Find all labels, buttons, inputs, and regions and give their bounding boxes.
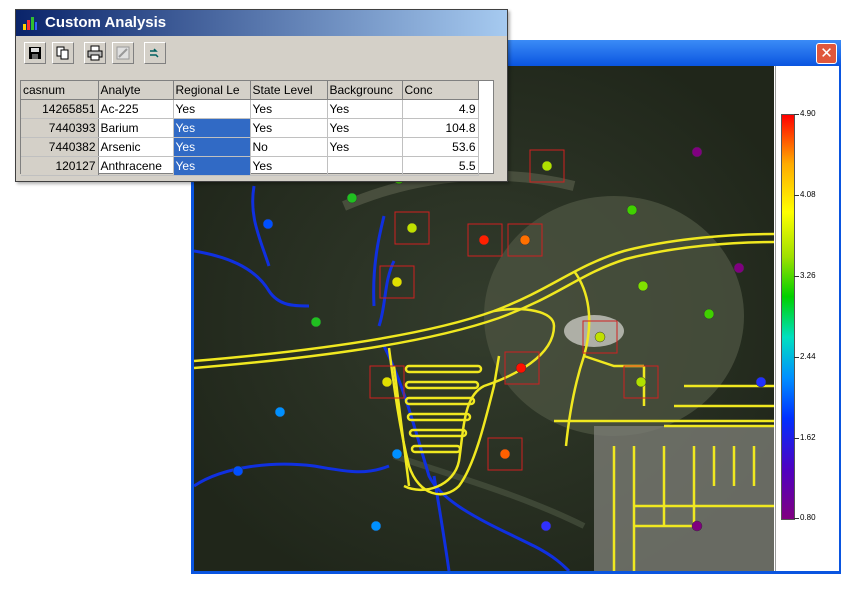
sample-point <box>370 520 382 532</box>
cell-background[interactable] <box>327 156 403 176</box>
legend-color-bar <box>781 114 795 520</box>
column-header-conc[interactable]: Conc <box>402 81 479 100</box>
cell-state-level[interactable]: Yes <box>250 156 328 176</box>
copy-icon <box>56 46 69 60</box>
floppy-disk-icon <box>29 47 41 59</box>
cell-background[interactable]: Yes <box>327 137 403 157</box>
sample-point <box>478 234 490 246</box>
sample-point <box>262 218 274 230</box>
column-header-state-level[interactable]: State Level <box>250 81 328 100</box>
sample-point <box>703 308 715 320</box>
sample-point <box>626 204 638 216</box>
legend-tick <box>794 114 799 115</box>
chart-icon <box>23 17 37 30</box>
clearing-building <box>564 315 624 347</box>
table-row[interactable]: 7440382 Arsenic Yes No Yes 53.6 <box>21 137 479 157</box>
map-arrows-icon <box>150 48 159 58</box>
sample-point <box>733 262 745 274</box>
cell-analyte[interactable]: Ac-225 <box>98 99 174 119</box>
sample-point <box>515 362 527 374</box>
window-title: Custom Analysis <box>45 14 167 31</box>
cell-conc[interactable]: 104.8 <box>402 118 479 138</box>
custom-analysis-window: Custom Analysis casnum Analyte Regional … <box>15 9 508 182</box>
cell-conc[interactable]: 5.5 <box>402 156 479 176</box>
cell-regional-level[interactable]: Yes <box>173 99 251 119</box>
column-header-background[interactable]: Backgrounc <box>327 81 403 100</box>
sample-point <box>541 160 553 172</box>
legend-tick <box>794 438 799 439</box>
cell-state-level[interactable]: Yes <box>250 118 328 138</box>
cell-background[interactable]: Yes <box>327 99 403 119</box>
copy-button[interactable] <box>52 42 74 64</box>
cell-state-level[interactable]: No <box>250 137 328 157</box>
legend-label: 4.90 <box>800 109 816 118</box>
cell-background[interactable]: Yes <box>327 118 403 138</box>
column-header-analyte[interactable]: Analyte <box>98 81 174 100</box>
pencil-icon <box>116 46 130 60</box>
cell-analyte[interactable]: Anthracene <box>98 156 174 176</box>
table-row[interactable]: 7440393 Barium Yes Yes Yes 104.8 <box>21 118 479 138</box>
sample-point <box>755 376 767 388</box>
legend-label: 4.08 <box>800 190 816 199</box>
legend-label: 3.26 <box>800 271 816 280</box>
cell-analyte[interactable]: Barium <box>98 118 174 138</box>
save-button[interactable] <box>24 42 46 64</box>
cell-regional-level[interactable]: Yes <box>173 137 251 157</box>
legend-tick <box>794 195 799 196</box>
cell-conc[interactable]: 53.6 <box>402 137 479 157</box>
toolbar <box>18 39 505 71</box>
cell-casnum[interactable]: 7440393 <box>21 118 99 138</box>
legend-tick <box>794 357 799 358</box>
sample-point <box>406 222 418 234</box>
print-button[interactable] <box>84 42 106 64</box>
cell-casnum[interactable]: 120127 <box>21 156 99 176</box>
table-header-row: casnum Analyte Regional Le State Level B… <box>21 81 479 100</box>
cell-regional-level[interactable]: Yes <box>173 118 251 138</box>
legend-label: 1.62 <box>800 433 816 442</box>
analysis-titlebar[interactable]: Custom Analysis <box>16 10 507 36</box>
cell-casnum[interactable]: 14265851 <box>21 99 99 119</box>
column-header-casnum[interactable]: casnum <box>21 81 99 100</box>
legend-tick <box>794 518 799 519</box>
legend-label: 0.80 <box>800 513 816 522</box>
sample-point <box>594 331 606 343</box>
sample-point <box>391 276 403 288</box>
sample-point <box>691 520 703 532</box>
sample-point <box>232 465 244 477</box>
sample-point <box>391 448 403 460</box>
sample-point <box>540 520 552 532</box>
sample-point <box>310 316 322 328</box>
sample-point <box>346 192 358 204</box>
cell-regional-level[interactable]: Yes <box>173 156 251 176</box>
legend-tick <box>794 276 799 277</box>
sample-point <box>274 406 286 418</box>
printer-icon <box>87 45 103 61</box>
table-row[interactable]: 14265851 Ac-225 Yes Yes Yes 4.9 <box>21 99 479 119</box>
legend-label: 2.44 <box>800 352 816 361</box>
cell-casnum[interactable]: 7440382 <box>21 137 99 157</box>
sample-point <box>637 280 649 292</box>
building-complex <box>594 426 774 571</box>
map-tool-button[interactable] <box>144 42 166 64</box>
table-row[interactable]: 120127 Anthracene Yes Yes 5.5 <box>21 156 479 176</box>
color-legend: 4.90 4.08 3.26 2.44 1.62 0.80 <box>775 66 839 571</box>
cell-state-level[interactable]: Yes <box>250 99 328 119</box>
sample-point <box>519 234 531 246</box>
cell-analyte[interactable]: Arsenic <box>98 137 174 157</box>
cell-conc[interactable]: 4.9 <box>402 99 479 119</box>
results-table[interactable]: casnum Analyte Regional Le State Level B… <box>20 80 494 176</box>
sample-point <box>499 448 511 460</box>
edit-button[interactable] <box>112 42 134 64</box>
sample-point <box>635 376 647 388</box>
sample-point <box>691 146 703 158</box>
close-button[interactable]: ✕ <box>816 43 837 64</box>
column-header-regional-level[interactable]: Regional Le <box>173 81 251 100</box>
sample-point <box>381 376 393 388</box>
